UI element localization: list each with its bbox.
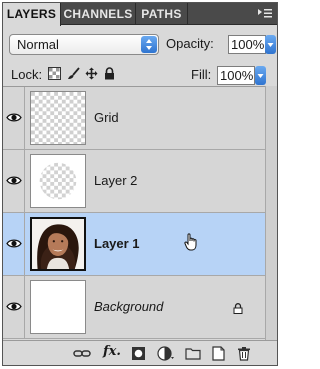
layer-row-background[interactable]: Background: [3, 276, 265, 339]
layers-scrollbar[interactable]: [265, 86, 277, 340]
layer-row-layer-2[interactable]: Layer 2: [3, 150, 265, 213]
tab-layers[interactable]: LAYERS: [3, 3, 61, 26]
eye-icon: [6, 113, 22, 122]
layer-name[interactable]: Grid: [94, 110, 119, 125]
link-layers-icon[interactable]: [73, 346, 91, 361]
trash-icon[interactable]: [237, 346, 253, 361]
fill-dropdown-icon[interactable]: [255, 66, 266, 85]
opacity-field[interactable]: 100%: [228, 35, 266, 54]
layer-name[interactable]: Layer 2: [94, 173, 137, 188]
layer-name[interactable]: Background: [94, 299, 163, 314]
opacity-label: Opacity:: [166, 36, 214, 51]
panel-menu-icon[interactable]: [257, 7, 273, 20]
tab-channels[interactable]: CHANNELS: [61, 3, 136, 25]
blend-mode-value: Normal: [17, 37, 59, 52]
layers-toolbar: fx.: [3, 340, 277, 365]
visibility-toggle[interactable]: [3, 150, 25, 212]
opacity-dropdown-icon[interactable]: [265, 35, 276, 54]
lock-label: Lock:: [11, 67, 43, 82]
layer-mask-icon[interactable]: [131, 346, 147, 361]
layer-thumbnail: [30, 154, 86, 208]
layer-row-layer-1[interactable]: Layer 1: [3, 213, 265, 276]
layer-row-grid[interactable]: Grid: [3, 87, 265, 150]
eye-icon: [6, 239, 22, 248]
layer-thumbnail: [30, 91, 86, 145]
layer-name[interactable]: Layer 1: [94, 236, 140, 251]
eye-icon: [6, 302, 22, 311]
new-group-icon[interactable]: [185, 346, 201, 361]
fill-field[interactable]: 100%: [217, 66, 255, 85]
select-arrows-icon: [141, 36, 157, 53]
eye-icon: [6, 176, 22, 185]
layer-style-icon[interactable]: fx.: [103, 344, 121, 359]
layer-lock-icon: [233, 302, 243, 317]
layer-thumbnail: [30, 217, 86, 271]
visibility-toggle[interactable]: [3, 276, 25, 338]
new-layer-icon[interactable]: [211, 346, 227, 361]
fill-label: Fill:: [191, 67, 212, 82]
lock-transparent-icon[interactable]: [48, 67, 61, 80]
lock-position-icon[interactable]: [85, 67, 98, 80]
layers-panel: LAYERS CHANNELS PATHS Normal Opacity: 10…: [2, 2, 278, 366]
layers-list: Grid Layer 2 Layer 1 Background: [3, 86, 265, 340]
layer-thumbnail: [30, 280, 86, 334]
portrait-photo: [32, 219, 84, 269]
visibility-toggle[interactable]: [3, 213, 25, 275]
lock-all-icon[interactable]: [103, 67, 116, 80]
hand-cursor-icon: [184, 233, 198, 254]
lock-image-icon[interactable]: [67, 67, 80, 80]
tab-paths[interactable]: PATHS: [136, 3, 188, 25]
adjustment-layer-icon[interactable]: [157, 346, 174, 361]
panel-tab-strip: LAYERS CHANNELS PATHS: [3, 3, 277, 26]
blend-mode-select[interactable]: Normal: [9, 34, 159, 55]
visibility-toggle[interactable]: [3, 87, 25, 149]
